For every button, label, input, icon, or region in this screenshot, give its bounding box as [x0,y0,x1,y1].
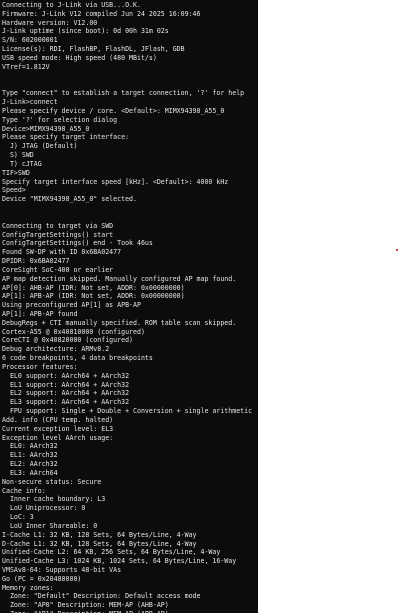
terminal-line: Zone: "Default" Description: Default acc… [2,592,201,601]
terminal-line: AP[1]: APB-AP (IDR: Not set, ADDR: 0x000… [2,292,185,301]
terminal-line: Please specify target interface: [2,133,130,142]
terminal-line: Using preconfigured AP[1] as APB-AP [2,301,141,310]
terminal-line: Current exception level: EL3 [2,424,114,433]
terminal-line: AP map detection skipped. Manually confi… [2,274,237,283]
terminal-line: LoU Uniprocessor: 0 [2,504,86,513]
terminal-output: Connecting to J-Link via USB...O.K. Firmw… [2,1,258,613]
terminal-line: Memory zones: [2,583,54,592]
terminal-line: S/N: 602000001 [2,36,58,45]
terminal-line: Type "connect" to establish a target con… [2,89,245,98]
terminal-line: AP[1]: APB-AP found [2,309,78,318]
terminal-line: Cortex-A55 @ 0x40810000 (configured) [2,327,145,336]
terminal-line: J-Link uptime (since boot): 0d 00h 31m 0… [2,27,169,36]
terminal-line: ConfigTargetSettings() end - Took 46us [2,239,153,248]
terminal-line: Go (PC = 0x20480000) [2,574,82,583]
terminal-line: Unified-Cache L3: 1024 KB, 1024 Sets, 64… [2,557,237,566]
terminal-line: Device>MIMX94398_A55_0 [2,124,90,133]
terminal-line: EL2 support: AArch64 + AArch32 [2,389,130,398]
terminal-line: Hardware version: V12.00 [2,18,98,27]
terminal-line: Device "MIMX94398_A55_0" selected. [2,195,137,204]
terminal-line: EL1 support: AArch64 + AArch32 [2,380,130,389]
terminal-line: Add. info (CPU temp. halted) [2,415,114,424]
terminal-line: Connecting to J-Link via USB...O.K. [2,1,141,9]
terminal-line: EL0 support: AArch64 + AArch32 [2,371,130,380]
terminal-line: USB speed mode: High speed (480 MBit/s) [2,53,157,62]
terminal-line: Connecting to target via SWD [2,221,114,230]
terminal-line: VMSAv8-64: Supports 48-bit VAs [2,566,122,574]
terminal-line: EL3: AArch64 [2,468,58,477]
terminal-line: I-Cache L1: 32 KB, 128 Sets, 64 Bytes/Li… [2,530,197,539]
terminal-line: EL0: AArch32 [2,442,58,451]
terminal-line: Please specify device / core. <Default>:… [2,106,225,115]
terminal-line: J-Link>connect [2,98,58,107]
terminal-line: T) cJTAG [2,159,42,168]
desktop-marker [396,249,398,251]
terminal-line: Non-secure status: Secure [2,477,102,486]
terminal-line: Firmware: J-Link V12 compiled Jun 24 202… [2,9,201,18]
terminal-line: License(s): RDI, FlashBP, FlashDL, JFlas… [2,45,185,54]
terminal-line: AP[0]: AHB-AP (IDR: Not set, ADDR: 0x000… [2,283,185,292]
terminal-line: Processor features: [2,362,78,371]
terminal-line: DebugRegs + CTI manually specified. ROM … [2,318,237,327]
terminal-line: LoC: 3 [2,513,34,522]
terminal-line: FPU support: Single + Double + Conversio… [2,407,253,416]
terminal-line: Zone: "AP0" Description: MEM-AP (AHB-AP) [2,601,169,610]
terminal-line: Exception level AArch usage: [2,433,114,442]
terminal-line: TIF>SWD [2,168,30,177]
terminal-line: Cache info: [2,486,46,495]
terminal-line: Inner cache boundary: L3 [2,495,106,504]
terminal-line: Unified-Cache L2: 64 KB, 256 Sets, 64 By… [2,548,221,557]
terminal-line: EL2: AArch32 [2,460,58,469]
terminal-line: Found SW-DP with ID 0x6BA02477 [2,248,122,257]
terminal-line: D-Cache L1: 32 KB, 128 Sets, 64 Bytes/Li… [2,539,197,548]
terminal-line: Speed> [2,186,26,195]
terminal-line: 6 code breakpoints, 4 data breakpoints [2,354,153,363]
terminal-line: J) JTAG (Default) [2,142,78,151]
terminal-line: EL1: AArch32 [2,451,58,460]
terminal-window[interactable]: Connecting to J-Link via USB...O.K. Firmw… [0,0,258,613]
terminal-line: VTref=1.812V [2,62,50,71]
terminal-line: LoU Inner Shareable: 0 [2,521,98,530]
terminal-line: S) SWD [2,151,34,160]
terminal-line: Debug architecture: ARMv8.2 [2,345,110,354]
terminal-line: ConfigTargetSettings() start [2,230,114,239]
terminal-line: DPIDR: 0x6BA02477 [2,257,70,266]
terminal-line: CoreCTI @ 0x40820000 (configured) [2,336,134,345]
terminal-line: Specify target interface speed [kHz]. <D… [2,177,229,186]
terminal-line: Type '?' for selection dialog [2,115,118,124]
terminal-line: EL3 support: AArch64 + AArch32 [2,398,130,407]
terminal-line: CoreSight SoC-400 or earlier [2,265,114,274]
